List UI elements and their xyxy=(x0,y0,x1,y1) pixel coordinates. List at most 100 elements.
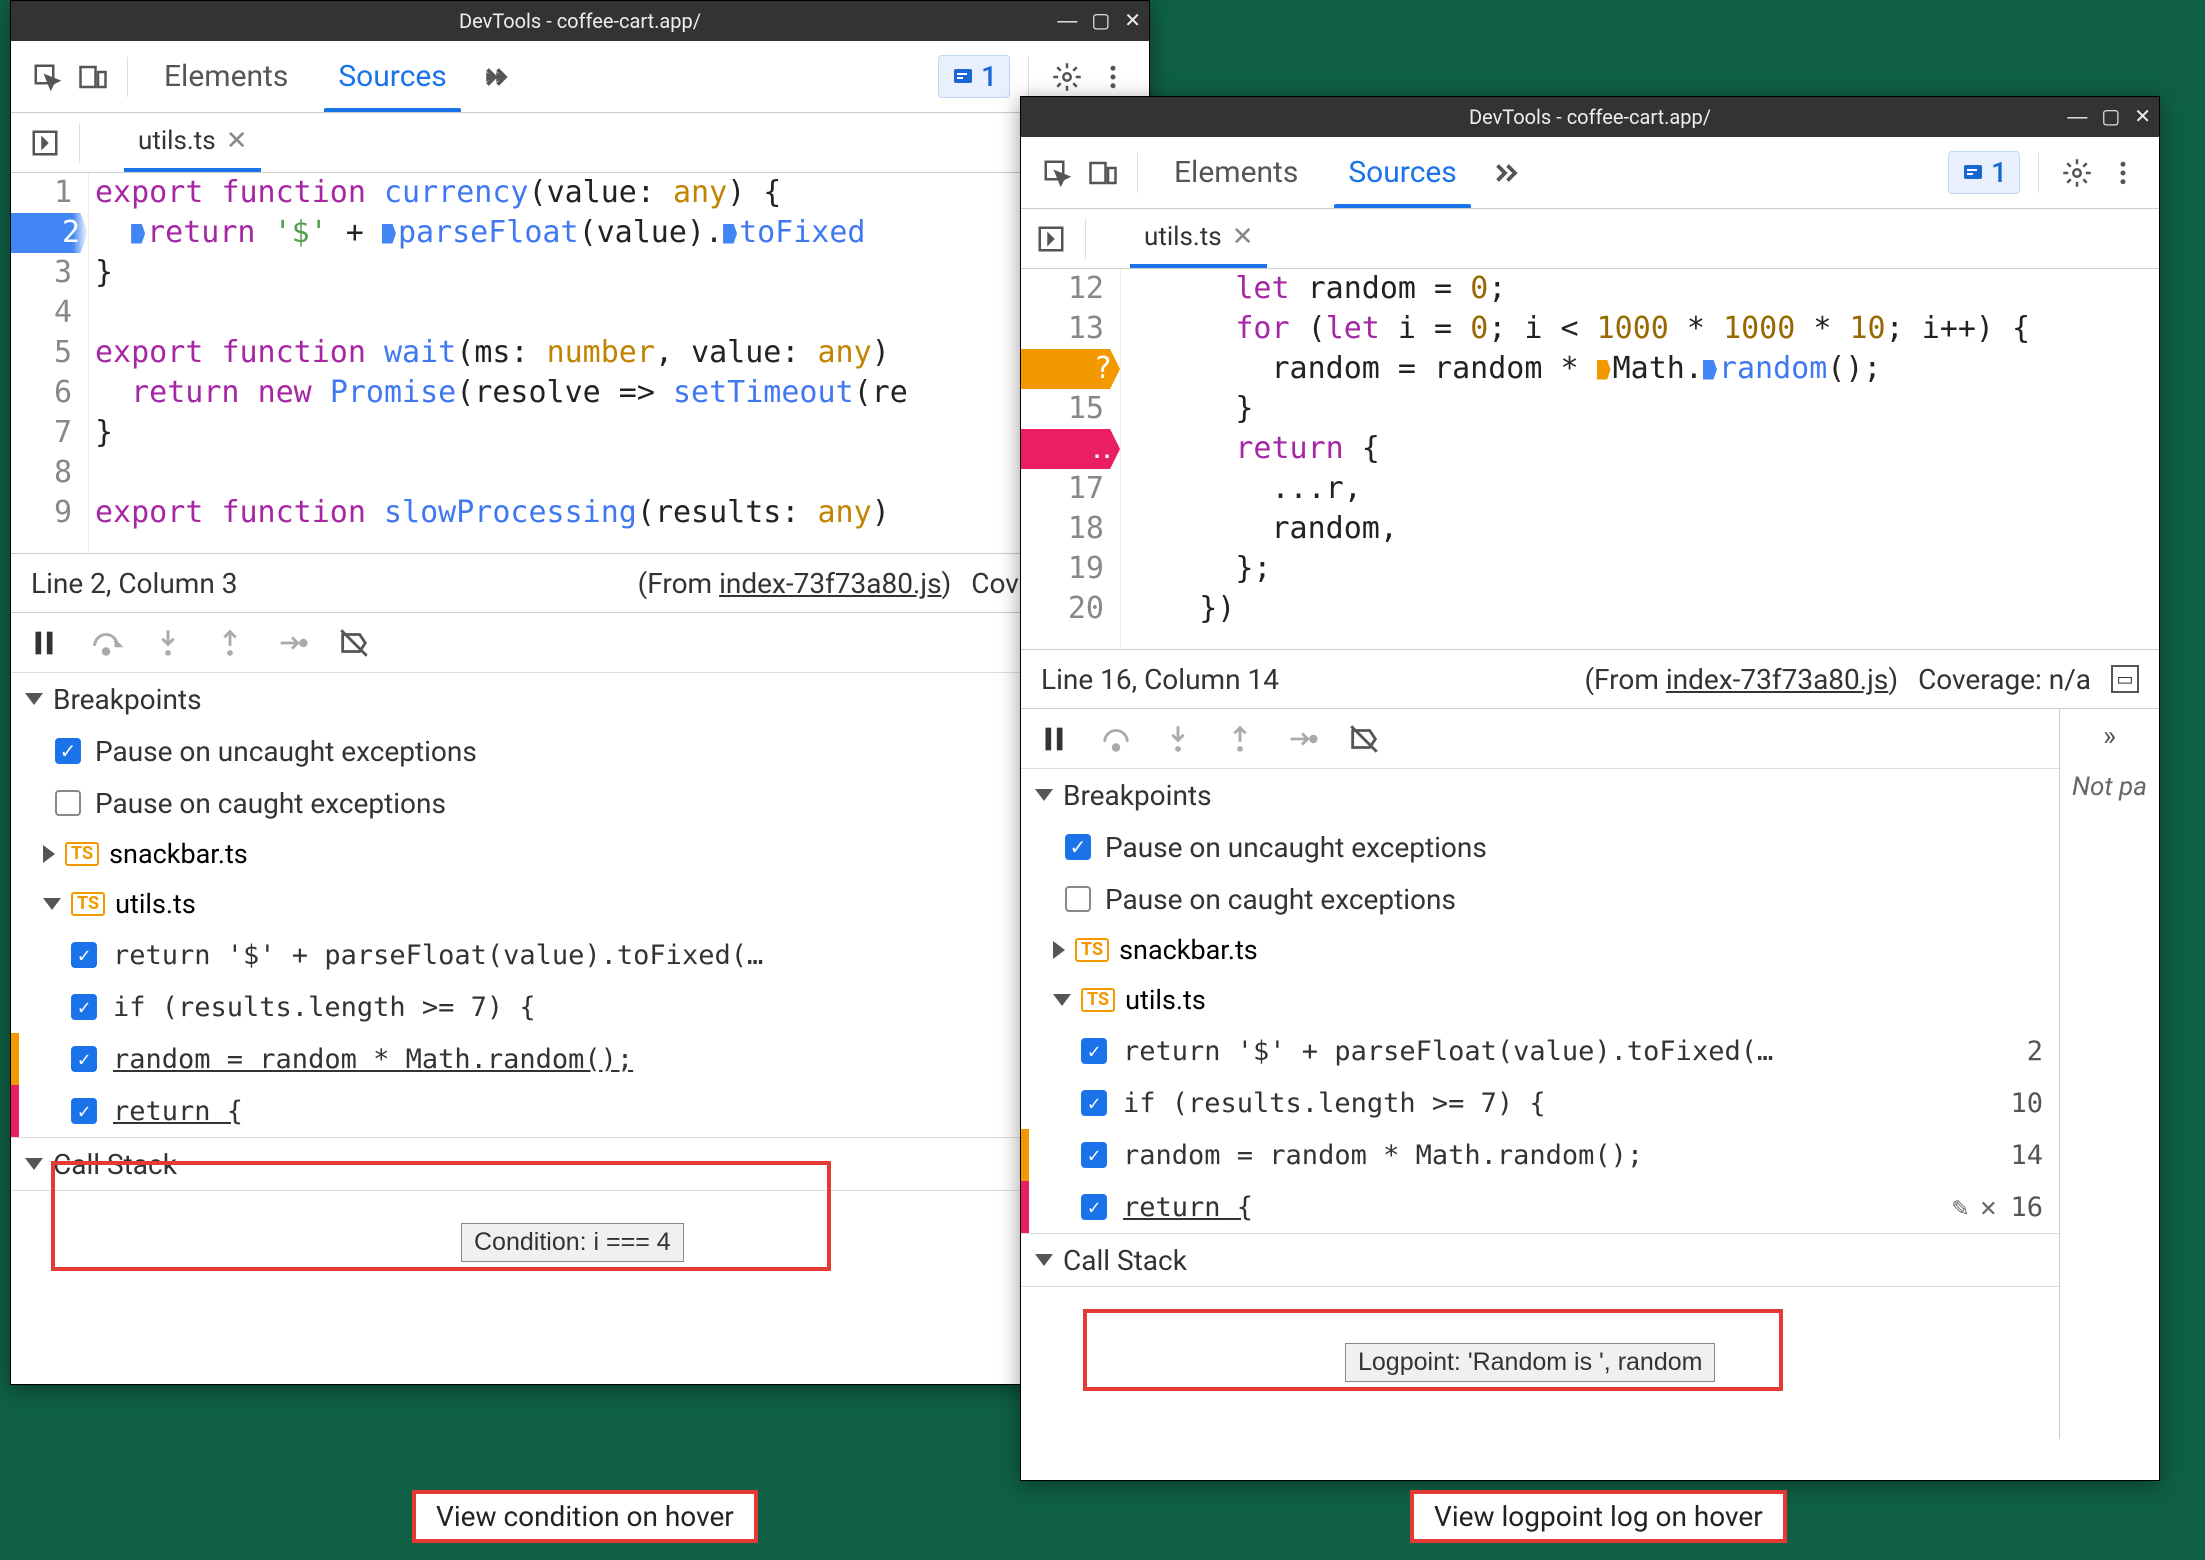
device-icon[interactable] xyxy=(1083,153,1123,193)
tab-elements[interactable]: Elements xyxy=(142,41,310,112)
step-into-icon[interactable] xyxy=(1161,722,1195,756)
caption-left: View condition on hover xyxy=(412,1490,758,1543)
breakpoint-line: 10 xyxy=(1996,1088,2043,1119)
checkbox-icon[interactable] xyxy=(1081,1038,1107,1064)
close-tab-icon[interactable]: ✕ xyxy=(226,126,248,156)
ts-file-icon: TS xyxy=(65,842,99,866)
kebab-icon[interactable] xyxy=(2103,153,2143,193)
checkbox-icon[interactable] xyxy=(71,1098,97,1124)
kebab-icon[interactable] xyxy=(1093,57,1133,97)
checkbox-icon[interactable] xyxy=(1081,1142,1107,1168)
coverage-icon[interactable]: ▭ xyxy=(2111,665,2139,693)
pause-icon[interactable] xyxy=(27,626,61,660)
breakpoint-text: return { xyxy=(113,1096,1086,1127)
breakpoint-text: if (results.length >= 7) { xyxy=(1123,1088,1996,1119)
ts-file-icon: TS xyxy=(1081,988,1115,1012)
checkbox-icon[interactable] xyxy=(55,790,81,816)
breakpoint-row[interactable]: return '$' + parseFloat(value).toFixed(…… xyxy=(1021,1025,2059,1077)
window-title: DevTools - coffee-cart.app/ xyxy=(1469,105,1711,129)
checkbox-icon[interactable] xyxy=(1065,886,1091,912)
file-tab-utils[interactable]: utils.ts ✕ xyxy=(124,113,261,172)
device-icon[interactable] xyxy=(73,57,113,97)
breakpoint-row[interactable]: return {16 xyxy=(11,1085,1149,1137)
pause-uncaught-row[interactable]: Pause on uncaught exceptions xyxy=(1021,821,2059,873)
edit-icon[interactable]: ✎ xyxy=(1952,1192,1968,1223)
step-out-icon[interactable] xyxy=(213,626,247,660)
status-bar: Line 2, Column 3 (From index-73f73a80.js… xyxy=(11,553,1149,613)
cursor-pos: Line 2, Column 3 xyxy=(31,567,237,600)
inspect-icon[interactable] xyxy=(1037,153,1077,193)
debug-toolbar xyxy=(1021,709,2059,769)
step-over-icon[interactable] xyxy=(89,626,123,660)
tab-sources[interactable]: Sources xyxy=(316,41,468,112)
tab-elements[interactable]: Elements xyxy=(1152,137,1320,208)
code-editor[interactable]: 1213?15‥17181920 let random = 0; for (le… xyxy=(1021,269,2159,649)
more-tabs-icon[interactable] xyxy=(1485,153,1525,193)
pause-caught-row[interactable]: Pause on caught exceptions xyxy=(11,777,1149,829)
source-map-link[interactable]: index-73f73a80.js xyxy=(719,567,941,600)
maximize-icon[interactable]: ▢ xyxy=(1091,11,1110,31)
pause-icon[interactable] xyxy=(1037,722,1071,756)
ts-file-icon: TS xyxy=(1075,938,1109,962)
bp-file-snackbar[interactable]: TS snackbar.ts xyxy=(1021,925,2059,975)
bp-file-snackbar[interactable]: TS snackbar.ts xyxy=(11,829,1149,879)
close-tab-icon[interactable]: ✕ xyxy=(1232,222,1254,252)
breakpoint-row[interactable]: random = random * Math.random();✎✕14 xyxy=(11,1033,1149,1085)
checkbox-icon[interactable] xyxy=(71,994,97,1020)
settings-icon[interactable] xyxy=(1047,57,1087,97)
checkbox-icon[interactable] xyxy=(71,942,97,968)
issues-badge[interactable]: 1 xyxy=(938,55,1010,98)
breakpoint-row[interactable]: if (results.length >= 7) {10 xyxy=(1021,1077,2059,1129)
breakpoint-row[interactable]: random = random * Math.random();14 xyxy=(1021,1129,2059,1181)
checkbox-icon[interactable] xyxy=(1081,1090,1107,1116)
minimize-icon[interactable]: — xyxy=(2067,107,2087,127)
checkbox-icon[interactable] xyxy=(1065,834,1091,860)
breakpoint-row[interactable]: if (results.length >= 7) {10 xyxy=(11,981,1149,1033)
close-icon[interactable]: ✕ xyxy=(2134,107,2151,127)
source-map-link[interactable]: index-73f73a80.js xyxy=(1666,663,1888,696)
breakpoints-header[interactable]: Breakpoints xyxy=(11,673,1149,725)
inspect-icon[interactable] xyxy=(27,57,67,97)
code-editor[interactable]: 123456789 export function currency(value… xyxy=(11,173,1149,553)
step-icon[interactable] xyxy=(1285,722,1319,756)
breakpoint-row[interactable]: return {✎✕16 xyxy=(1021,1181,2059,1233)
breakpoint-row[interactable]: return '$' + parseFloat(value).toFixed(…… xyxy=(11,929,1149,981)
delete-icon[interactable]: ✕ xyxy=(1980,1192,1996,1223)
deactivate-breakpoints-icon[interactable] xyxy=(337,626,371,660)
checkbox-icon[interactable] xyxy=(71,1046,97,1072)
settings-icon[interactable] xyxy=(2057,153,2097,193)
checkbox-icon[interactable] xyxy=(1081,1194,1107,1220)
navigator-toggle-icon[interactable] xyxy=(1031,219,1071,259)
devtools-window-left: DevTools - coffee-cart.app/ — ▢ ✕ Elemen… xyxy=(10,0,1150,1385)
titlebar[interactable]: DevTools - coffee-cart.app/ — ▢ ✕ xyxy=(1021,97,2159,137)
titlebar[interactable]: DevTools - coffee-cart.app/ — ▢ ✕ xyxy=(11,1,1149,41)
navigator-toggle-icon[interactable] xyxy=(25,123,65,163)
debug-toolbar xyxy=(11,613,1149,673)
chevron-down-icon xyxy=(1053,994,1071,1006)
minimize-icon[interactable]: — xyxy=(1057,11,1077,31)
file-tab-utils[interactable]: utils.ts ✕ xyxy=(1130,209,1267,268)
more-panels-icon[interactable]: » xyxy=(2103,719,2116,752)
call-stack-header[interactable]: Call Stack xyxy=(11,1138,1149,1190)
tab-sources[interactable]: Sources xyxy=(1326,137,1478,208)
step-out-icon[interactable] xyxy=(1223,722,1257,756)
pause-caught-row[interactable]: Pause on caught exceptions xyxy=(1021,873,2059,925)
breakpoints-header[interactable]: Breakpoints xyxy=(1021,769,2059,821)
cursor-pos: Line 16, Column 14 xyxy=(1041,663,1279,696)
more-tabs-icon[interactable] xyxy=(475,57,515,97)
close-icon[interactable]: ✕ xyxy=(1124,11,1141,31)
deactivate-breakpoints-icon[interactable] xyxy=(1347,722,1381,756)
checkbox-icon[interactable] xyxy=(55,738,81,764)
call-stack-header[interactable]: Call Stack xyxy=(1021,1234,2059,1286)
bp-file-utils[interactable]: TS utils.ts xyxy=(1021,975,2059,1025)
issues-badge[interactable]: 1 xyxy=(1948,151,2020,194)
pause-uncaught-row[interactable]: Pause on uncaught exceptions xyxy=(11,725,1149,777)
step-over-icon[interactable] xyxy=(1099,722,1133,756)
call-stack-pane: Call Stack xyxy=(1021,1234,2059,1287)
step-icon[interactable] xyxy=(275,626,309,660)
chevron-down-icon xyxy=(43,898,61,910)
maximize-icon[interactable]: ▢ xyxy=(2101,107,2120,127)
step-into-icon[interactable] xyxy=(151,626,185,660)
caption-right: View logpoint log on hover xyxy=(1410,1490,1787,1543)
bp-file-utils[interactable]: TS utils.ts xyxy=(11,879,1149,929)
